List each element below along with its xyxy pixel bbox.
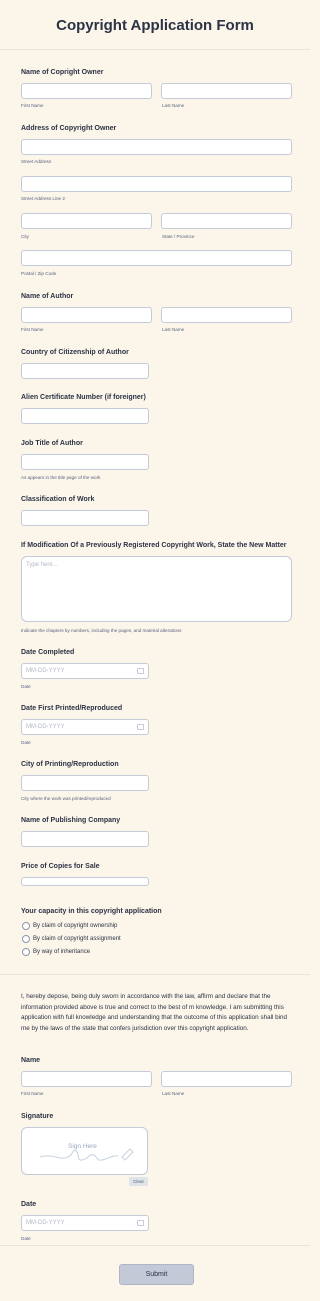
date-printed-input[interactable]: MM-DD-YYYY [21, 719, 149, 735]
classification-input[interactable] [21, 510, 149, 526]
calendar-icon[interactable] [137, 724, 144, 730]
date-printed-sublabel: Date [21, 740, 31, 745]
date-completed-placeholder: MM-DD-YYYY [26, 668, 65, 674]
date-sublabel: Date [21, 1236, 31, 1241]
form-header: Copyright Application Form [0, 0, 310, 50]
alien-number-input[interactable] [21, 408, 149, 424]
capacity-radio-inheritance[interactable] [22, 948, 30, 956]
date-printed-label: Date First Printed/Reproduced [21, 705, 123, 712]
city-printing-input[interactable] [21, 775, 149, 791]
state-sublabel: State / Province [162, 234, 195, 239]
city-sublabel: City [21, 234, 29, 239]
modification-placeholder: Type here... [26, 562, 58, 568]
job-title-input[interactable] [21, 454, 149, 470]
author-first-name-sublabel: First Name [21, 327, 44, 332]
capacity-option-label: By claim of copyright assignment [33, 936, 121, 942]
modification-sublabel: Indicate the chapters by numbers, includ… [21, 628, 182, 633]
capacity-option-label: By claim of copyright ownership [33, 923, 118, 929]
capacity-label: Your capacity in this copyright applicat… [21, 908, 162, 915]
street-address-line2-input[interactable] [21, 176, 292, 192]
owner-last-name-sublabel: Last Name [162, 103, 185, 108]
city-input[interactable] [21, 213, 152, 229]
citizenship-input[interactable] [21, 363, 149, 379]
classification-label: Classification of Work [21, 496, 95, 503]
declaration-text: I, hereby depose, being duly sworn in ac… [21, 993, 288, 1032]
price-label: Price of Copies for Sale [21, 863, 100, 870]
zip-input[interactable] [21, 250, 292, 266]
date-printed-placeholder: MM-DD-YYYY [26, 724, 65, 730]
first-name-sublabel: First Name [21, 1091, 44, 1096]
owner-first-name-sublabel: First Name [21, 103, 44, 108]
owner-name-label: Name of Copright Owner [21, 69, 104, 76]
footer-divider [0, 1245, 310, 1246]
last-name-sublabel: Last Name [162, 1091, 185, 1096]
state-input[interactable] [161, 213, 292, 229]
publisher-label: Name of Publishing Company [21, 817, 121, 824]
citizenship-label: Country of Citizenship of Author [21, 349, 129, 356]
capacity-radio-ownership[interactable] [22, 922, 30, 930]
capacity-radio-assignment[interactable] [22, 935, 30, 943]
signature-pad[interactable]: Sign Here [21, 1127, 148, 1175]
clear-signature-button[interactable]: Clear [129, 1177, 148, 1186]
price-input[interactable] [21, 877, 149, 886]
modification-label: If Modification Of a Previously Register… [21, 542, 287, 549]
date-label: Date [21, 1201, 37, 1208]
job-title-sublabel: As appears in the title page of the work [21, 475, 101, 480]
author-name-label: Name of Author [21, 293, 74, 300]
date-completed-input[interactable]: MM-DD-YYYY [21, 663, 149, 679]
section-divider [0, 974, 310, 975]
author-last-name-sublabel: Last Name [162, 327, 185, 332]
job-title-label: Job Title of Author [21, 440, 83, 447]
date-completed-label: Date Completed [21, 649, 75, 656]
city-printing-label: City of Printing/Reproduction [21, 761, 119, 768]
owner-last-name-input[interactable] [161, 83, 292, 99]
calendar-icon[interactable] [137, 1220, 144, 1226]
publisher-input[interactable] [21, 831, 149, 847]
street-address-line2-sublabel: Street Address Line 2 [21, 196, 65, 201]
modification-textarea[interactable]: Type here... [21, 556, 292, 622]
street-address-input[interactable] [21, 139, 292, 155]
last-name-input[interactable] [161, 1071, 292, 1087]
capacity-option-label: By way of inheritance [33, 949, 91, 955]
first-name-input[interactable] [21, 1071, 152, 1087]
alien-number-label: Alien Certificate Number (if foreigner) [21, 394, 146, 401]
author-last-name-input[interactable] [161, 307, 292, 323]
date-placeholder: MM-DD-YYYY [26, 1220, 65, 1226]
name-label: Name [21, 1057, 41, 1064]
calendar-icon[interactable] [137, 668, 144, 674]
signature-label: Signature [21, 1113, 54, 1120]
owner-first-name-input[interactable] [21, 83, 152, 99]
author-first-name-input[interactable] [21, 307, 152, 323]
page-title: Copyright Application Form [56, 17, 254, 34]
date-completed-sublabel: Date [21, 684, 31, 689]
city-printing-sublabel: City where the work was printed/reproduc… [21, 796, 111, 801]
address-label: Address of Copyright Owner [21, 125, 117, 132]
submit-button[interactable]: Submit [119, 1264, 194, 1285]
signature-scribble-icon [39, 1148, 134, 1161]
date-input[interactable]: MM-DD-YYYY [21, 1215, 149, 1231]
street-address-sublabel: Street Address [21, 159, 52, 164]
zip-sublabel: Postal / Zip Code [21, 271, 57, 276]
